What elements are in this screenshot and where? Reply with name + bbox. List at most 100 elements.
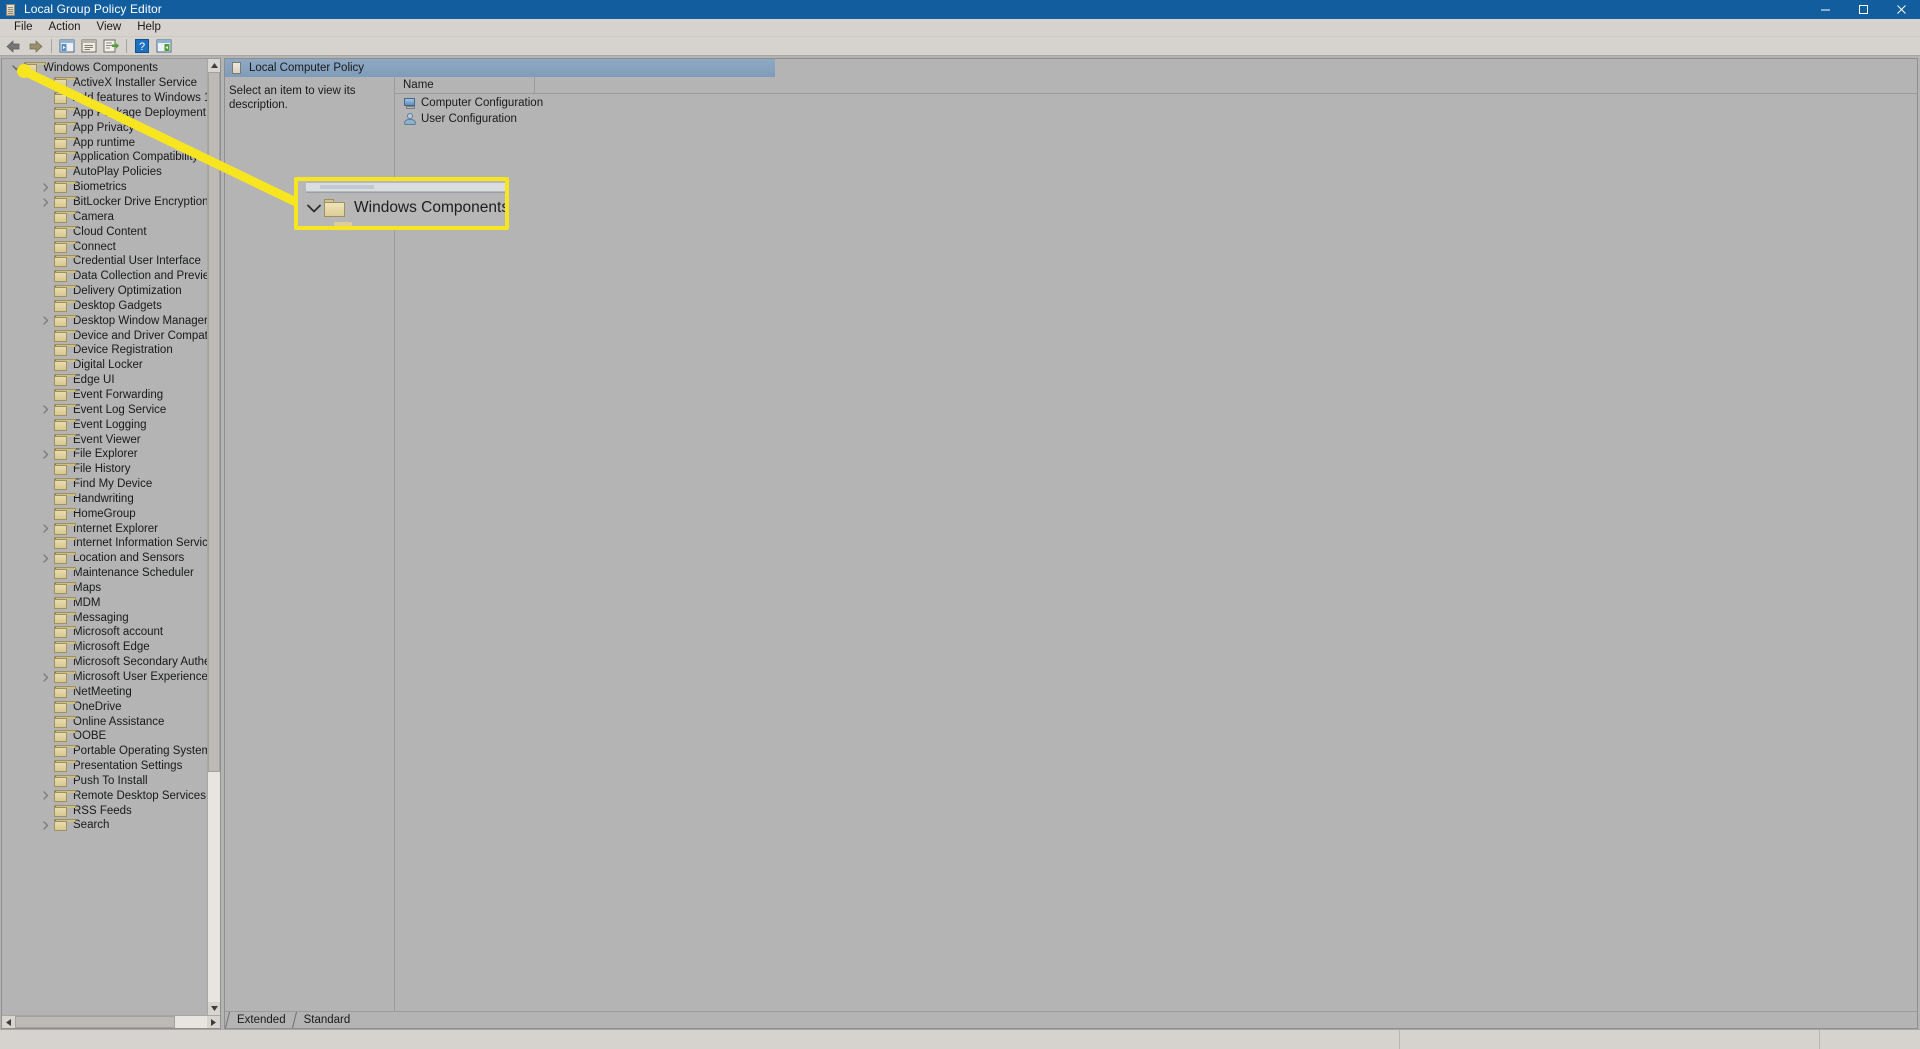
tree-item[interactable]: Microsoft Secondary Auther [2, 655, 207, 670]
scroll-left-icon[interactable] [2, 1016, 15, 1028]
tree-item[interactable]: Find My Device [2, 477, 207, 492]
chevron-right-icon[interactable] [38, 554, 54, 563]
chevron-right-icon[interactable] [38, 316, 54, 325]
tree-item[interactable]: Digital Locker [2, 358, 207, 373]
tree-item[interactable]: File Explorer [2, 447, 207, 462]
chevron-right-icon[interactable] [38, 791, 54, 800]
tree-item[interactable]: Location and Sensors [2, 551, 207, 566]
tree-item[interactable]: Event Forwarding [2, 388, 207, 403]
tree-item[interactable]: MDM [2, 595, 207, 610]
tree-item[interactable]: OOBE [2, 729, 207, 744]
menu-item-view[interactable]: View [89, 19, 130, 37]
tree-item[interactable]: Cloud Content [2, 224, 207, 239]
chevron-right-icon[interactable] [38, 183, 54, 192]
chevron-right-icon[interactable] [38, 821, 54, 830]
scroll-up-icon[interactable] [208, 59, 220, 72]
tree-item[interactable]: Messaging [2, 610, 207, 625]
column-header-name[interactable]: Name [395, 76, 535, 94]
tree-item[interactable]: Microsoft account [2, 625, 207, 640]
tree-vertical-scrollbar[interactable] [207, 59, 220, 1015]
tree-hscroll-track[interactable] [15, 1016, 207, 1028]
tree-item[interactable]: File History [2, 462, 207, 477]
back-icon[interactable] [3, 38, 24, 55]
close-icon[interactable] [1882, 0, 1920, 19]
tree-item[interactable]: Data Collection and Preview [2, 269, 207, 284]
tree-item[interactable]: Presentation Settings [2, 759, 207, 774]
content-header-tab[interactable]: Local Computer Policy [225, 59, 784, 77]
tree-item[interactable]: Internet Explorer [2, 521, 207, 536]
tree-item[interactable]: Biometrics [2, 180, 207, 195]
tree-item[interactable]: Camera [2, 209, 207, 224]
tree-item-label: App Package Deployment [73, 106, 206, 119]
tree-item[interactable]: Search [2, 818, 207, 833]
tree-item[interactable]: Portable Operating System [2, 744, 207, 759]
tree-item[interactable]: NetMeeting [2, 684, 207, 699]
chevron-right-icon[interactable] [38, 672, 54, 682]
tree-item[interactable]: Internet Information Service [2, 536, 207, 551]
tree-scroll-track[interactable] [208, 72, 220, 1002]
tree-item[interactable]: Desktop Gadgets [2, 299, 207, 314]
tree-horizontal-scrollbar[interactable] [2, 1015, 220, 1028]
tree-item[interactable]: HomeGroup [2, 506, 207, 521]
chevron-down-icon[interactable] [8, 65, 24, 71]
tree-scroll-thumb[interactable] [208, 72, 220, 772]
list-item[interactable]: Computer Configuration [395, 95, 1917, 111]
menu-item-help[interactable]: Help [129, 19, 169, 37]
tree-item[interactable]: Online Assistance [2, 714, 207, 729]
tree-item[interactable]: Event Logging [2, 417, 207, 432]
tree-item[interactable]: Event Viewer [2, 432, 207, 447]
tree-item[interactable]: Windows Components [2, 61, 207, 76]
tree-item[interactable]: Microsoft User Experience V [2, 670, 207, 685]
tree-item[interactable]: Edge UI [2, 373, 207, 388]
chevron-right-icon[interactable] [38, 450, 54, 459]
tree-item[interactable]: Device Registration [2, 343, 207, 358]
menu-item-file[interactable]: File [6, 19, 41, 37]
tree-item[interactable]: Device and Driver Compatib [2, 328, 207, 343]
chevron-right-icon[interactable] [38, 524, 54, 533]
tree-item[interactable]: App runtime [2, 135, 207, 150]
chevron-right-icon[interactable] [38, 405, 54, 414]
tree-item[interactable]: Credential User Interface [2, 254, 207, 269]
scroll-right-icon[interactable] [207, 1016, 220, 1028]
tree-item[interactable]: Maintenance Scheduler [2, 566, 207, 581]
menu-item-action[interactable]: Action [41, 19, 89, 37]
tree-item[interactable]: Handwriting [2, 491, 207, 506]
tree-item[interactable]: ActiveX Installer Service [2, 76, 207, 91]
help-icon[interactable]: ? [131, 38, 152, 55]
tree-item[interactable]: Connect [2, 239, 207, 254]
tree-item[interactable]: Desktop Window Manager [2, 313, 207, 328]
show-hide-action-pane-icon[interactable] [153, 38, 174, 55]
tree-item[interactable]: OneDrive [2, 699, 207, 714]
tree-item[interactable]: App Privacy [2, 120, 207, 135]
chevron-right-icon[interactable] [38, 197, 54, 207]
tab-standard[interactable]: Standard [294, 1012, 361, 1028]
tree-item[interactable]: Remote Desktop Services [2, 788, 207, 803]
export-list-icon[interactable] [100, 38, 121, 55]
scroll-down-icon[interactable] [208, 1002, 220, 1015]
tree-item[interactable]: AutoPlay Policies [2, 165, 207, 180]
tree-item-label: Windows Components [43, 62, 159, 75]
tree-item[interactable]: Microsoft Edge [2, 640, 207, 655]
tree-item[interactable]: Maps [2, 581, 207, 596]
folder-icon [54, 240, 76, 253]
tree-item[interactable]: RSS Feeds [2, 803, 207, 818]
list-item[interactable]: User Configuration [395, 111, 1917, 127]
tree-item[interactable]: BitLocker Drive Encryption [2, 195, 207, 210]
tree-item[interactable]: App Package Deployment [2, 106, 207, 121]
forward-icon[interactable] [25, 38, 46, 55]
maximize-icon[interactable] [1844, 0, 1882, 19]
tab-extended[interactable]: Extended [227, 1012, 296, 1028]
tree-item[interactable]: Application Compatibility [2, 150, 207, 165]
tree-item[interactable]: Delivery Optimization [2, 284, 207, 299]
folder-icon [54, 463, 76, 476]
tree-hscroll-thumb[interactable] [15, 1016, 175, 1028]
show-hide-tree-icon[interactable] [56, 38, 77, 55]
tree-list[interactable]: Windows Components ActiveX Installer Serv… [2, 59, 207, 1015]
minimize-icon[interactable] [1806, 0, 1844, 19]
tree-item[interactable]: Push To Install [2, 774, 207, 789]
tree-item[interactable]: Add features to Windows 10 [2, 91, 207, 106]
tree-item[interactable]: Event Log Service [2, 402, 207, 417]
list-rows[interactable]: Computer Configuration User Configuration [395, 94, 1917, 127]
properties-icon[interactable] [78, 38, 99, 55]
tree-item-label: Credential User Interface [73, 255, 201, 268]
